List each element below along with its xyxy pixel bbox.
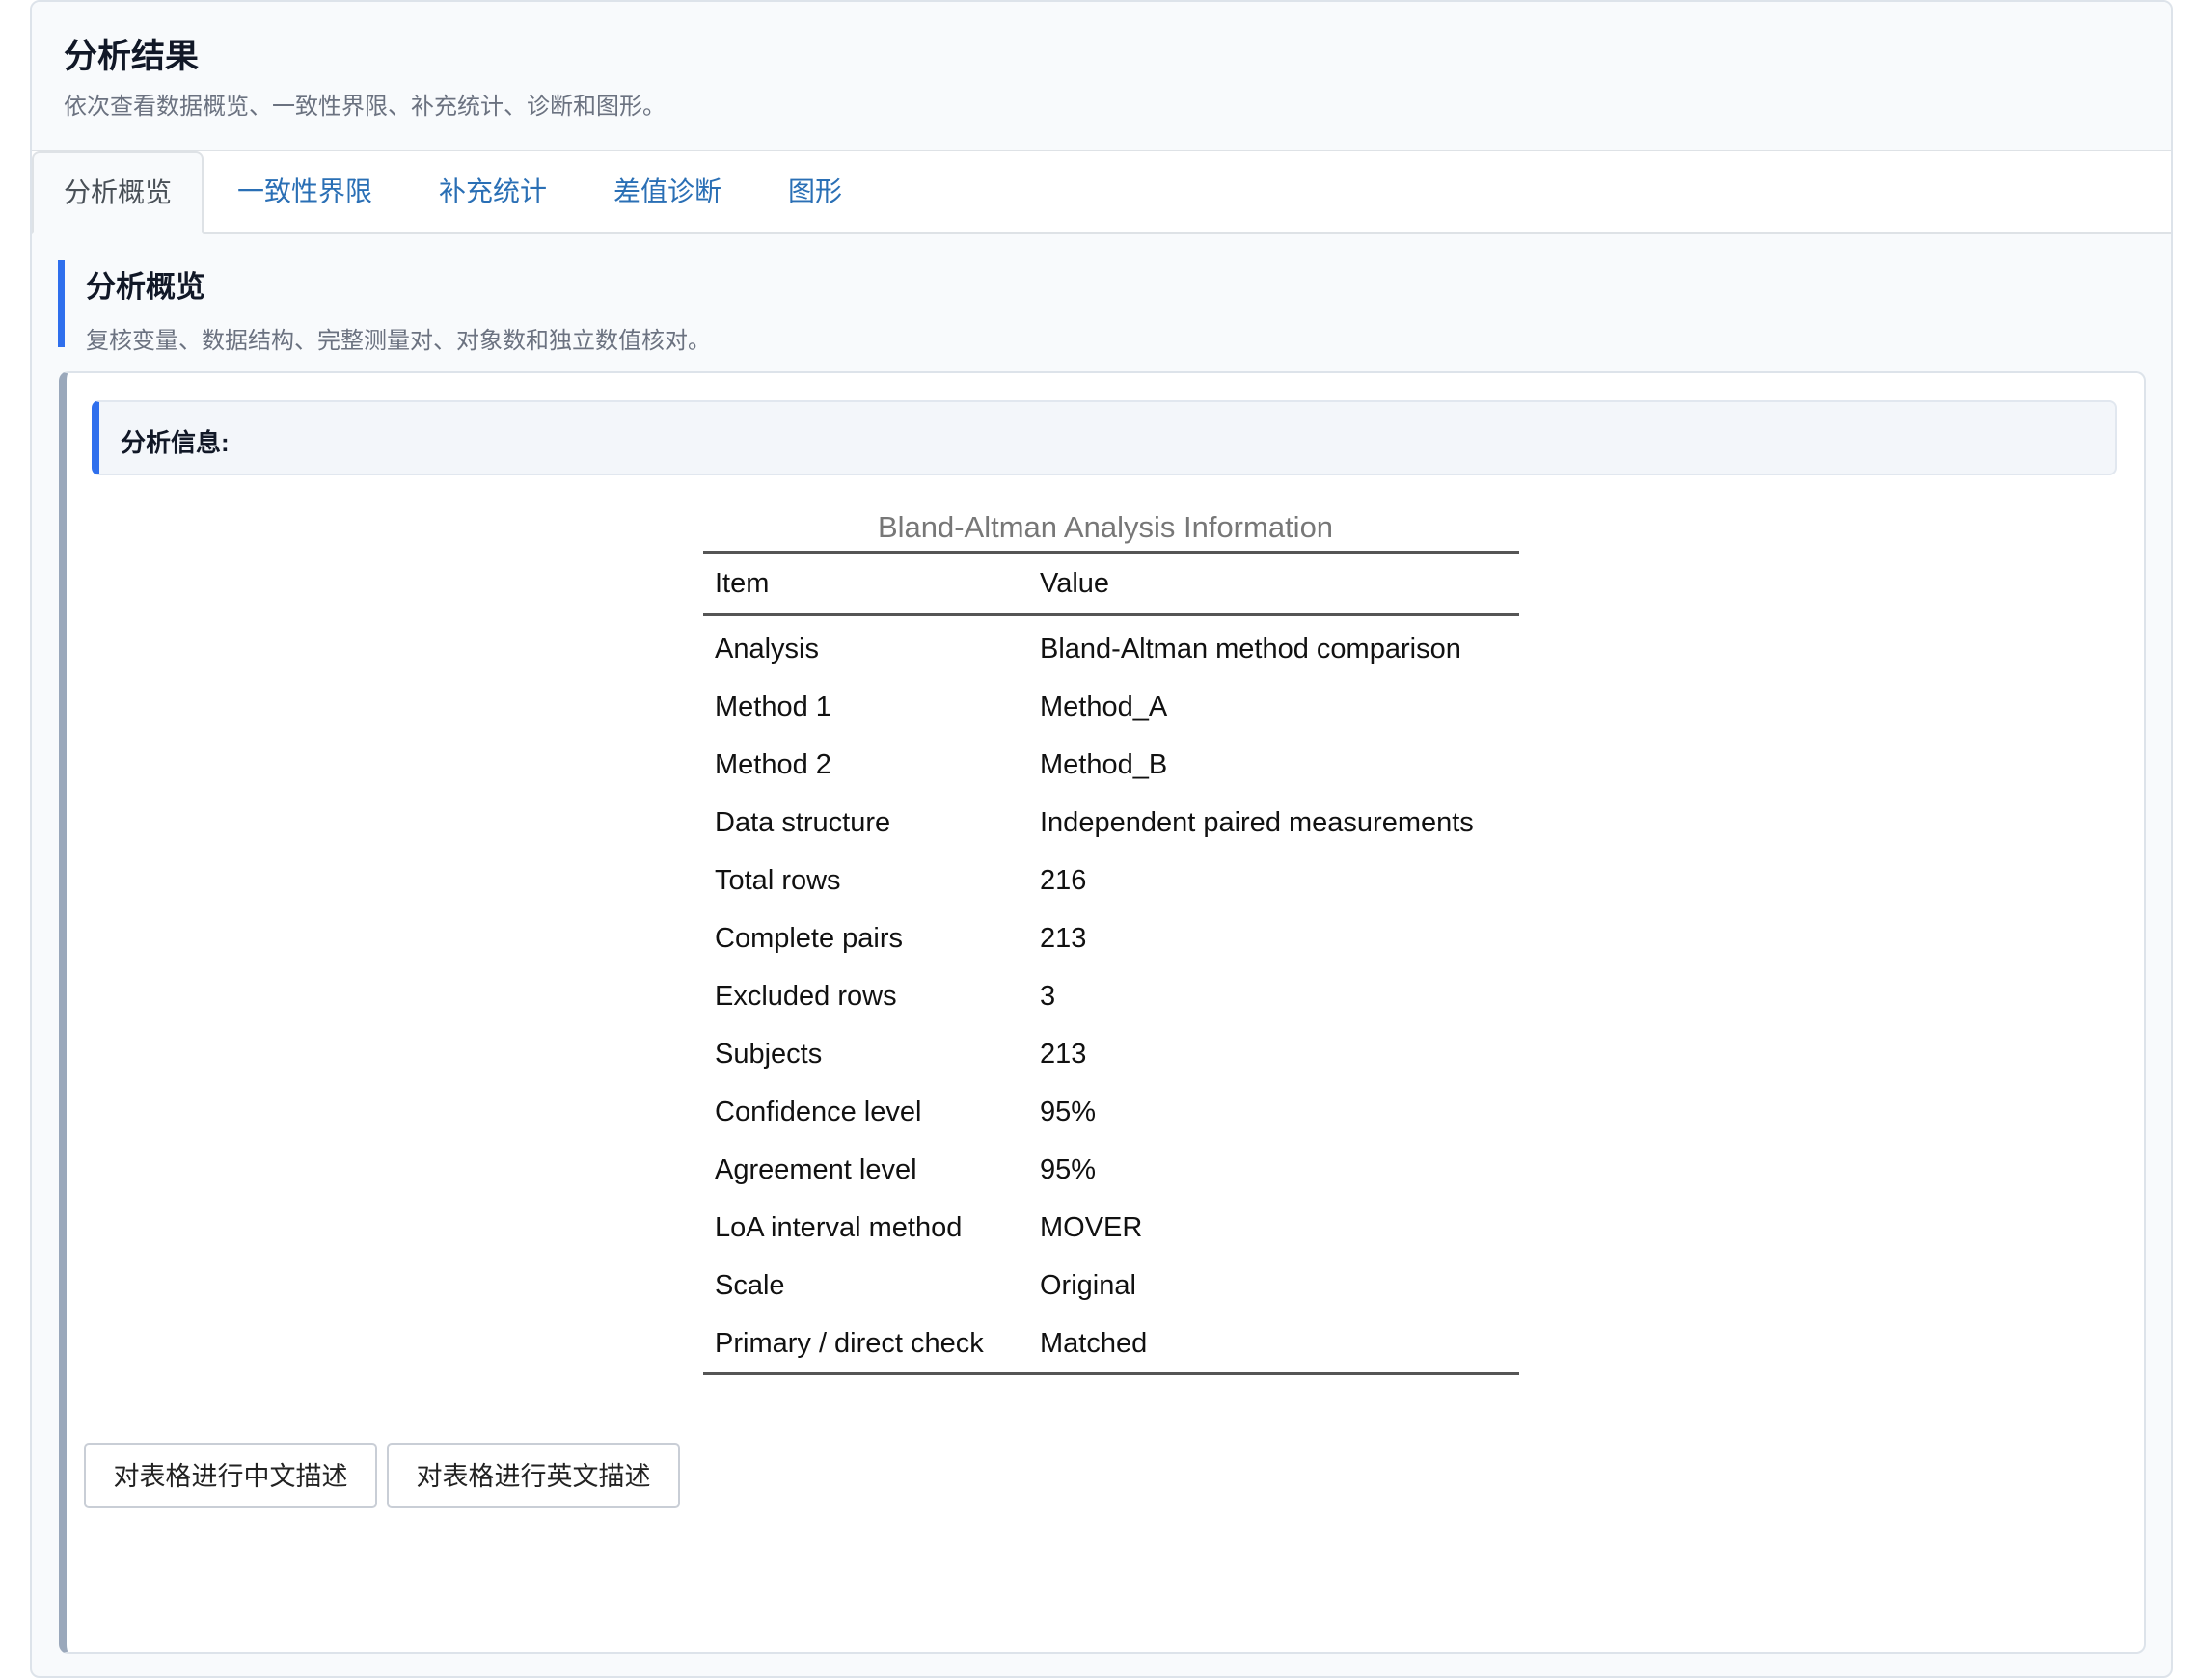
tab-difference-diagnostics[interactable]: 差值诊断 [613,151,721,232]
table-row: Primary / direct check Matched [703,1314,1519,1375]
tab-supplementary-stats[interactable]: 补充统计 [439,151,547,232]
cell-value: Matched [1028,1314,1519,1375]
results-panel: 分析结果 依次查看数据概览、一致性界限、补充统计、诊断和图形。 分析概览 一致性… [30,0,2173,1678]
table-row: Scale Original [703,1257,1519,1314]
panel-header: 分析结果 依次查看数据概览、一致性界限、补充统计、诊断和图形。 [32,2,2171,152]
table-row: Complete pairs 213 [703,909,1519,967]
section-subtitle: 复核变量、数据结构、完整测量对、对象数和独立数值核对。 [86,328,711,354]
info-label: 分析信息: [121,428,230,457]
describe-english-button[interactable]: 对表格进行英文描述 [387,1443,680,1508]
section-header: 分析概览 复核变量、数据结构、完整测量对、对象数和独立数值核对。 [58,260,1215,354]
cell-value: 95% [1040,1153,1097,1185]
table-body: Analysis Bland-Altman method comparison Me… [703,615,1519,1375]
cell-value: Method_B [1040,748,1168,780]
table-row: Analysis Bland-Altman method comparison [703,615,1519,679]
column-header-value: Value [1028,551,1519,616]
cell-item: Subjects [715,1038,823,1070]
info-bar: 分析信息: [92,400,2117,475]
table-row: Subjects 213 [703,1025,1519,1083]
cell-value: MOVER [1040,1211,1143,1243]
cell-value: Method_A [1040,691,1168,722]
analysis-info-card: 分析信息: Bland-Altman Analysis Information … [59,371,2146,1654]
table-row: Data structure Independent paired measure… [703,794,1519,852]
cell-item: Confidence level [715,1096,922,1127]
cell-value: 3 [1040,980,1056,1012]
table-row: Method 1 Method_A [703,678,1519,736]
table-row: Confidence level 95% [703,1083,1519,1141]
tab-bar: 分析概览 一致性界限 补充统计 差值诊断 图形 [32,151,2171,234]
cell-item: Agreement level [715,1153,917,1185]
panel-subtitle: 依次查看数据概览、一致性界限、补充统计、诊断和图形。 [64,94,666,120]
table-caption-text: Bland-Altman Analysis Information [877,510,1334,544]
cell-value: 216 [1040,864,1087,896]
cell-value: Bland-Altman method comparison [1040,633,1461,664]
cell-item: Primary / direct check [703,1314,1028,1375]
section-title: 分析概览 [86,270,205,304]
cell-item: Excluded rows [715,980,897,1012]
cell-item: Total rows [715,864,841,896]
cell-value: 213 [1040,922,1087,954]
cell-item: LoA interval method [715,1211,963,1243]
cell-item: Analysis [715,633,819,664]
tab-graphics[interactable]: 图形 [788,151,842,232]
cell-item: Method 2 [715,748,831,780]
analysis-info-table: Item Value Analysis Bland-Altman method c… [703,551,1519,1375]
cell-item: Scale [715,1269,785,1301]
cell-item: Data structure [715,806,891,838]
column-header-item: Item [703,551,1028,616]
cell-item: Method 1 [715,691,831,722]
tab-limits-of-agreement[interactable]: 一致性界限 [237,151,372,232]
panel-title: 分析结果 [64,38,200,75]
describe-chinese-button[interactable]: 对表格进行中文描述 [84,1443,377,1508]
cell-value: Original [1040,1269,1136,1301]
table-row: Excluded rows 3 [703,967,1519,1025]
table-row: Agreement level 95% [703,1141,1519,1199]
table-header-row: Item Value [703,551,1519,616]
table-row: Total rows 216 [703,852,1519,909]
cell-value: 213 [1040,1038,1087,1070]
tab-overview[interactable]: 分析概览 [32,151,204,234]
table-caption: Bland-Altman Analysis Information [67,510,2140,545]
table-row: LoA interval method MOVER [703,1199,1519,1257]
table-row: Method 2 Method_B [703,736,1519,794]
cell-item: Complete pairs [715,922,904,954]
cell-value: Independent paired measurements [1040,806,1474,838]
cell-value: 95% [1040,1096,1097,1127]
